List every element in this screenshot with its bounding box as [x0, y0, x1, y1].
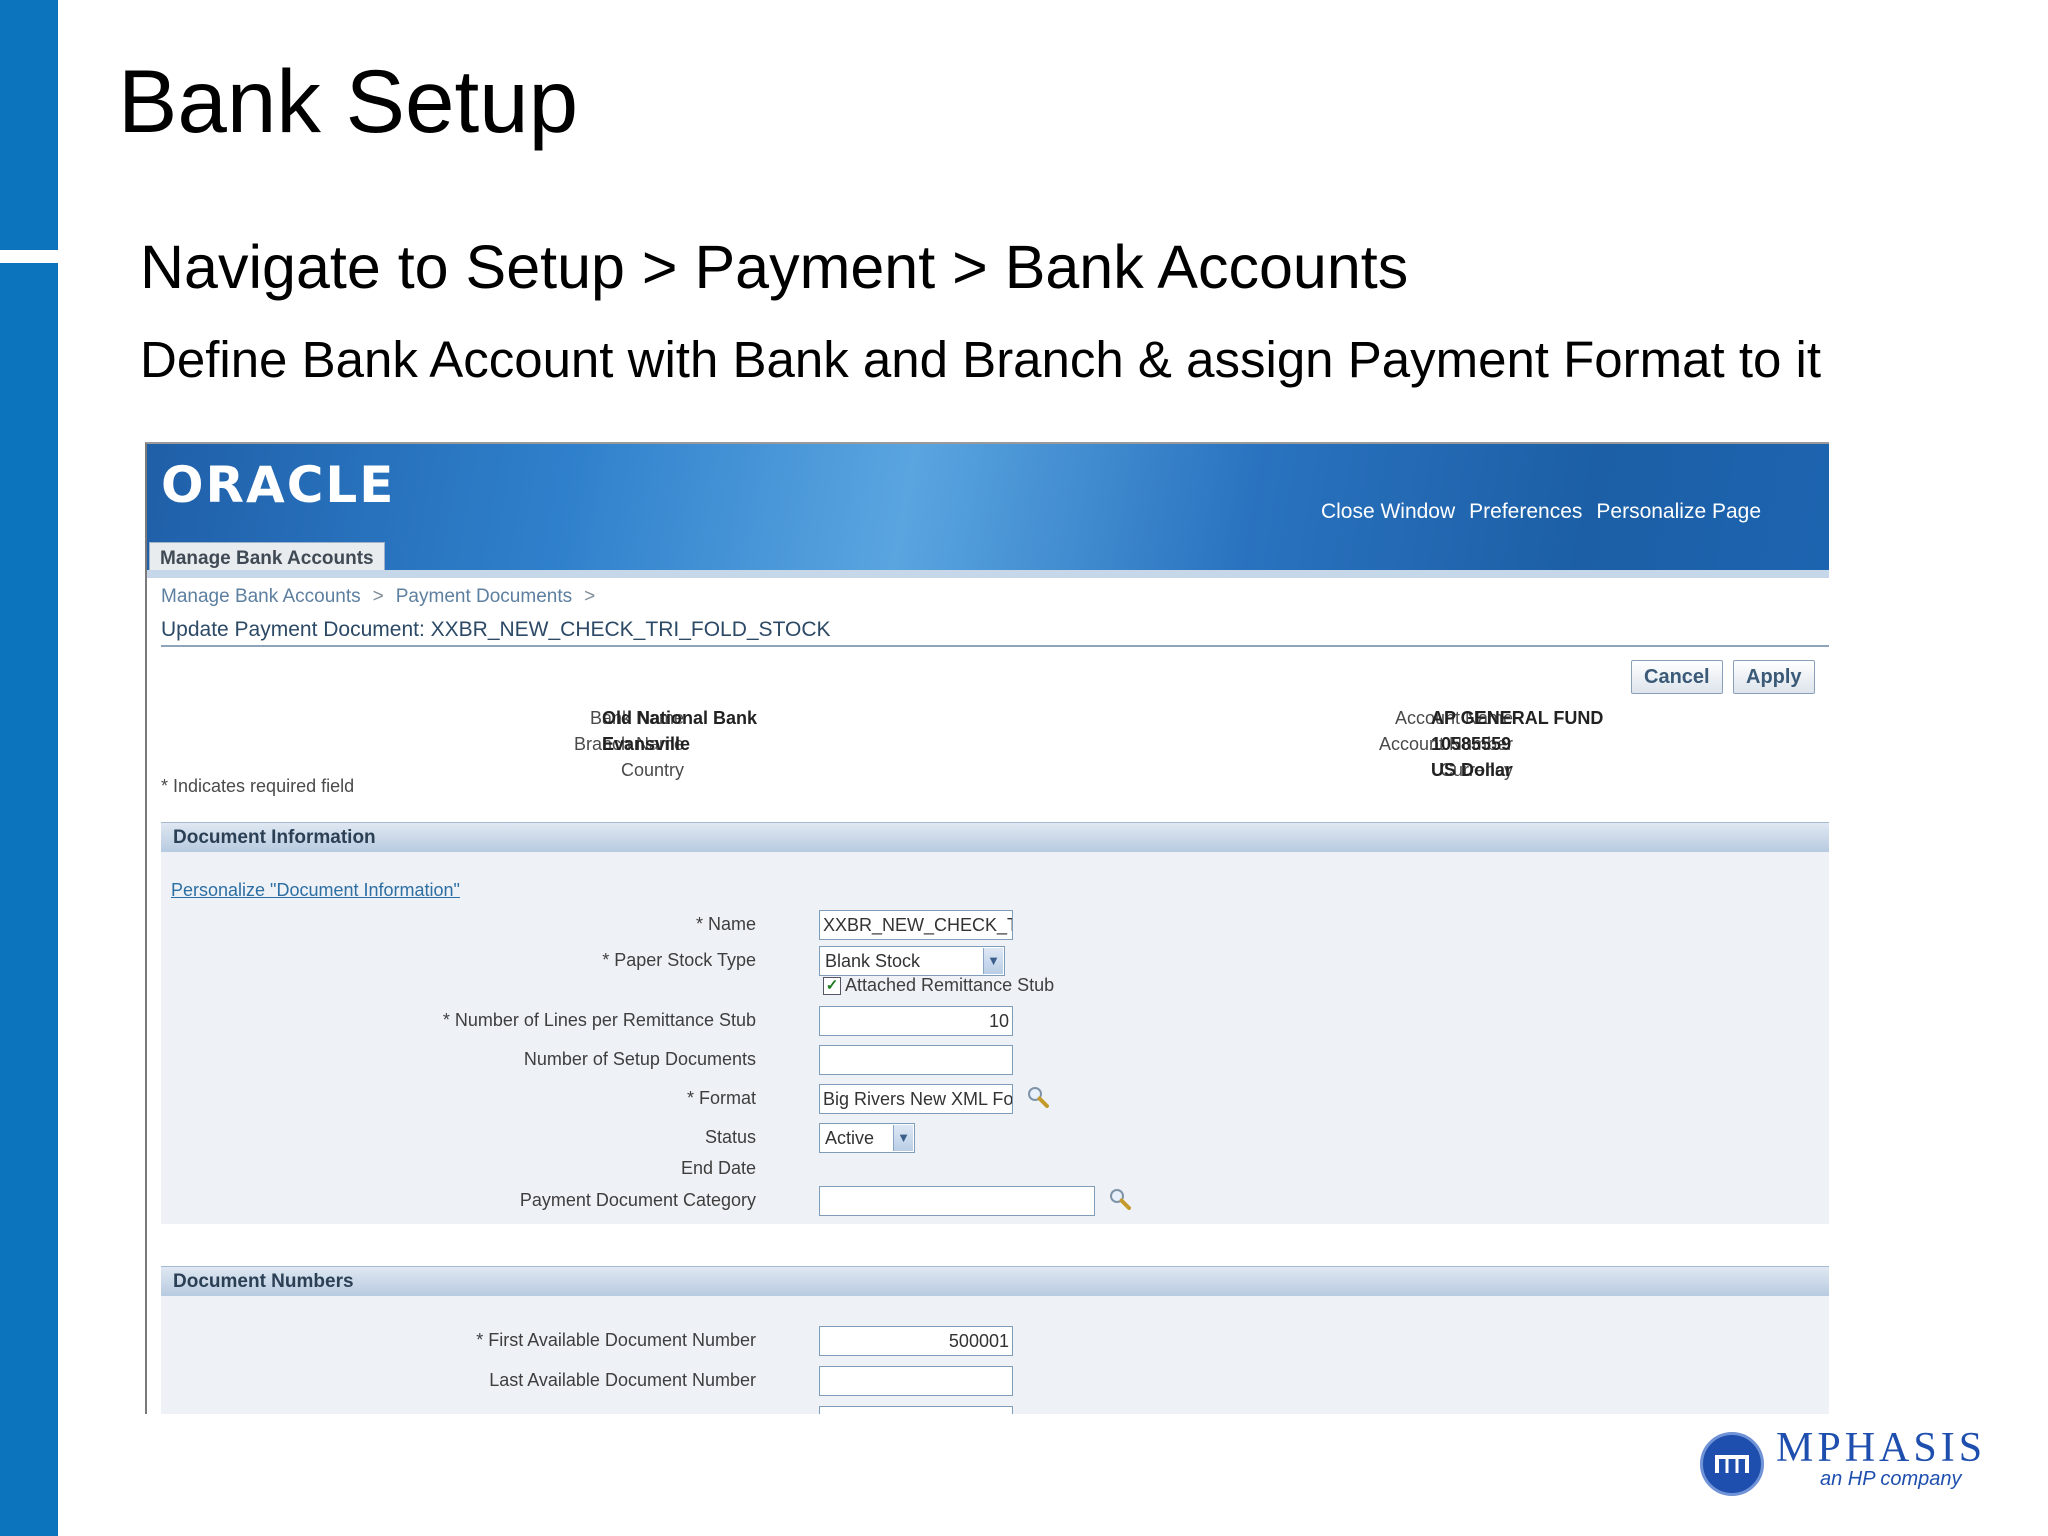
chevron-down-icon[interactable]: ▼ [893, 1125, 913, 1151]
first-available-number-field[interactable]: 500001 [819, 1326, 1013, 1356]
paper-stock-type-value: Blank Stock [825, 951, 921, 971]
lines-per-stub-field[interactable]: 10 [819, 1006, 1013, 1036]
search-icon[interactable] [1027, 1086, 1049, 1108]
personalize-page-link[interactable]: Personalize Page [1596, 500, 1761, 524]
account-name-value: AP GENERAL FUND [1431, 708, 1604, 728]
format-label: * Format [686, 1088, 756, 1108]
slide-bullet-definition: Define Bank Account with Bank and Branch… [140, 331, 1822, 388]
payment-document-category-label: Payment Document Category [519, 1190, 756, 1210]
last-available-number-label: Last Available Document Number [489, 1370, 756, 1390]
tab-manage-bank-accounts[interactable]: Manage Bank Accounts [149, 542, 385, 574]
paper-stock-type-select[interactable]: Blank Stock ▼ [819, 946, 1005, 976]
heading-divider [161, 645, 1829, 647]
document-numbers-header: Document Numbers [161, 1266, 1829, 1296]
mphasis-tagline: an HP company [1820, 1468, 1962, 1490]
global-links: Close Window Preferences Personalize Pag… [1321, 500, 1761, 524]
paper-stock-type-label: * Paper Stock Type [602, 950, 756, 970]
page-title: Update Payment Document: XXBR_NEW_CHECK_… [161, 618, 831, 641]
oracle-screenshot: ORACLE Close Window Preferences Personal… [145, 442, 1829, 1414]
end-date-label: End Date [680, 1158, 756, 1178]
setup-documents-field[interactable] [819, 1045, 1013, 1075]
required-field-note: * Indicates required field [161, 776, 355, 796]
oracle-header: ORACLE Close Window Preferences Personal… [147, 444, 1829, 578]
oracle-logo: ORACLE [161, 456, 396, 514]
breadcrumb-separator: > [372, 586, 384, 607]
payment-document-category-field[interactable] [819, 1186, 1095, 1216]
breadcrumb-separator: > [584, 586, 596, 607]
slide-bullet-navigation: Navigate to Setup > Payment > Bank Accou… [140, 233, 1409, 301]
next-number-field[interactable] [819, 1406, 1013, 1414]
status-label: Status [704, 1127, 756, 1147]
setup-documents-label: Number of Setup Documents [523, 1049, 756, 1069]
attached-remittance-stub-checkbox[interactable]: ✓ [823, 977, 841, 995]
name-field[interactable]: XXBR_NEW_CHECK_TRI_ [819, 910, 1013, 940]
document-information-header: Document Information [161, 822, 1829, 852]
name-label: * Name [695, 914, 756, 934]
breadcrumb-payment-documents[interactable]: Payment Documents [396, 586, 572, 608]
document-information-body [161, 852, 1829, 1224]
slide-title: Bank Setup [118, 51, 579, 151]
cancel-button[interactable]: Cancel [1631, 660, 1723, 694]
preferences-link[interactable]: Preferences [1469, 500, 1582, 524]
personalize-document-information-link[interactable]: Personalize "Document Information" [171, 880, 460, 901]
account-number-value: 10585559 [1431, 734, 1512, 754]
mphasis-logo-text: MPHASIS [1776, 1425, 1987, 1471]
status-select[interactable]: Active ▼ [819, 1123, 915, 1153]
bank-name-value: Old National Bank [602, 708, 758, 728]
lines-per-stub-label: * Number of Lines per Remittance Stub [442, 1010, 756, 1030]
slide-accent-bar-bottom [0, 263, 58, 1536]
chevron-down-icon[interactable]: ▼ [983, 948, 1003, 974]
breadcrumb-manage-bank-accounts[interactable]: Manage Bank Accounts [161, 586, 361, 608]
currency-value: US Dollar [1431, 760, 1513, 780]
attached-remittance-stub-label: Attached Remittance Stub [845, 975, 1055, 995]
slide-accent-bar-top [0, 0, 58, 250]
mphasis-logo-mark [1700, 1432, 1764, 1496]
close-window-link[interactable]: Close Window [1321, 500, 1455, 524]
country-label: Country [620, 760, 684, 780]
last-available-number-field[interactable] [819, 1366, 1013, 1396]
status-value: Active [825, 1128, 875, 1148]
mphasis-emblem-icon [1715, 1455, 1749, 1473]
apply-button[interactable]: Apply [1733, 660, 1815, 694]
format-field[interactable]: Big Rivers New XML Forr [819, 1084, 1013, 1114]
search-icon[interactable] [1109, 1188, 1131, 1210]
first-available-number-label: * First Available Document Number [476, 1330, 756, 1350]
breadcrumb: Manage Bank Accounts > Payment Documents… [161, 586, 595, 608]
branch-name-value: Evansville [602, 734, 691, 754]
